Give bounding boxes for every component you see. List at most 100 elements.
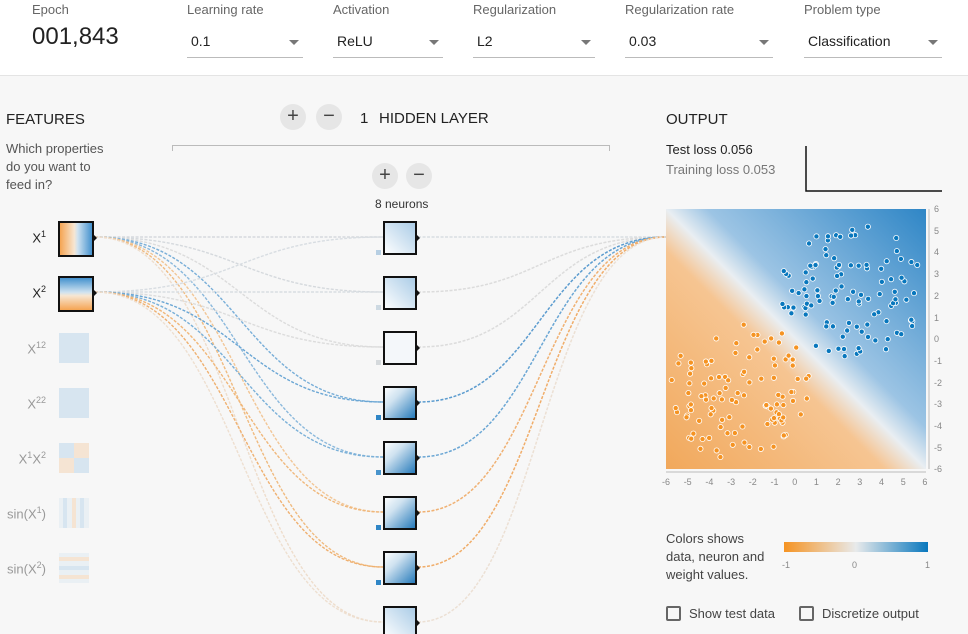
data-point: [883, 318, 890, 325]
data-point: [732, 349, 739, 356]
show-test-data-checkbox[interactable]: Show test data: [666, 606, 775, 621]
data-point: [686, 380, 693, 387]
data-point: [779, 300, 786, 307]
feature-x2-arrow: [93, 289, 97, 297]
data-point: [708, 405, 715, 412]
data-point: [808, 263, 815, 270]
training-loss-value: 0.053: [742, 162, 776, 177]
y-tick-label: 1: [934, 312, 940, 323]
data-point: [739, 370, 746, 377]
y-tick-label: 3: [934, 269, 940, 280]
data-point: [708, 375, 715, 382]
data-point: [770, 355, 777, 362]
data-point: [903, 296, 910, 303]
data-point: [785, 352, 792, 359]
epoch-control: Epoch 001,843: [32, 2, 119, 51]
data-point: [677, 352, 684, 359]
data-point: [871, 311, 878, 318]
neuron-3[interactable]: [383, 331, 417, 365]
data-point: [797, 411, 804, 418]
neuron-2[interactable]: [383, 276, 417, 310]
learning-rate-control: Learning rate: [187, 2, 264, 17]
data-point: [764, 421, 771, 428]
feature-x1x2-tile[interactable]: [59, 443, 89, 473]
activation-label: Activation: [333, 2, 390, 17]
data-point: [803, 300, 810, 307]
data-point: [909, 323, 916, 330]
data-point: [876, 291, 883, 298]
feature-x2-tile[interactable]: [58, 276, 94, 312]
data-point: [746, 379, 753, 386]
data-point: [839, 333, 846, 340]
data-point: [768, 335, 775, 342]
x-tick-label: -1: [770, 477, 779, 487]
data-point: [775, 411, 782, 418]
features-subtitle-line: feed in?: [6, 177, 53, 192]
scatter-points: [668, 223, 921, 461]
add-neuron-button[interactable]: +: [372, 163, 398, 189]
data-point: [836, 261, 843, 268]
regularization-control: Regularization: [473, 2, 556, 17]
problem-type-select[interactable]: Classification: [804, 26, 942, 58]
checkbox-icon: [799, 606, 814, 621]
data-point: [908, 259, 915, 266]
data-point: [701, 380, 708, 387]
data-point: [782, 356, 789, 363]
regularization-rate-select[interactable]: 0.03: [625, 26, 773, 58]
remove-neuron-button[interactable]: −: [406, 163, 432, 189]
data-point: [911, 290, 918, 297]
data-point: [686, 403, 693, 410]
feature-x1-squared-tile[interactable]: [59, 333, 89, 363]
data-point: [834, 272, 841, 279]
neuron-1[interactable]: [383, 221, 417, 255]
data-point: [780, 268, 787, 275]
y-tick-label: 4: [934, 247, 940, 258]
x-tick-label: 1: [813, 477, 819, 487]
data-point: [734, 390, 741, 397]
x-tick-label: -4: [705, 477, 714, 487]
data-point: [763, 402, 770, 409]
data-point: [805, 373, 812, 380]
feature-x1-tile[interactable]: [58, 221, 94, 257]
discretize-output-label: Discretize output: [822, 606, 919, 621]
learning-rate-select[interactable]: 0.1: [187, 26, 303, 58]
data-point: [778, 417, 785, 424]
feature-sin-x2-tile[interactable]: [59, 553, 89, 583]
regularization-select[interactable]: L2: [473, 26, 595, 58]
hidden-layer-title: HIDDEN LAYER: [379, 110, 489, 127]
data-point: [731, 430, 738, 437]
data-point: [856, 300, 863, 307]
add-layer-button[interactable]: +: [280, 104, 306, 130]
data-point: [717, 454, 724, 461]
data-point: [893, 329, 900, 336]
test-loss-label: Test loss: [666, 142, 717, 157]
data-point: [822, 246, 829, 253]
data-point: [746, 444, 753, 451]
neuron-8[interactable]: [383, 606, 417, 634]
neuron-5[interactable]: [383, 441, 417, 475]
data-point: [770, 374, 777, 381]
neuron-4[interactable]: [383, 386, 417, 420]
regularization-label: Regularization: [473, 2, 557, 17]
feature-x2-squared-tile[interactable]: [59, 388, 89, 418]
discretize-output-checkbox[interactable]: Discretize output: [799, 606, 919, 621]
data-point: [775, 339, 782, 346]
data-point: [897, 255, 904, 262]
data-point: [741, 439, 748, 446]
neuron-6[interactable]: [383, 496, 417, 530]
data-point: [713, 335, 720, 342]
feature-label-sin-x1: sin(X1): [7, 505, 46, 522]
neuron-7[interactable]: [383, 551, 417, 585]
chevron-down-icon: [759, 40, 769, 45]
data-point: [703, 361, 710, 368]
activation-select[interactable]: ReLU: [333, 26, 443, 58]
neuron-count-label: 8 neurons: [375, 197, 429, 211]
data-point: [687, 359, 694, 366]
remove-layer-button[interactable]: −: [316, 104, 342, 130]
data-point: [888, 302, 895, 309]
data-point: [807, 262, 814, 269]
test-loss: Test loss 0.056: [666, 142, 753, 157]
network-diagram: [58, 146, 942, 634]
data-point: [684, 412, 691, 419]
feature-sin-x1-tile[interactable]: [59, 498, 89, 528]
